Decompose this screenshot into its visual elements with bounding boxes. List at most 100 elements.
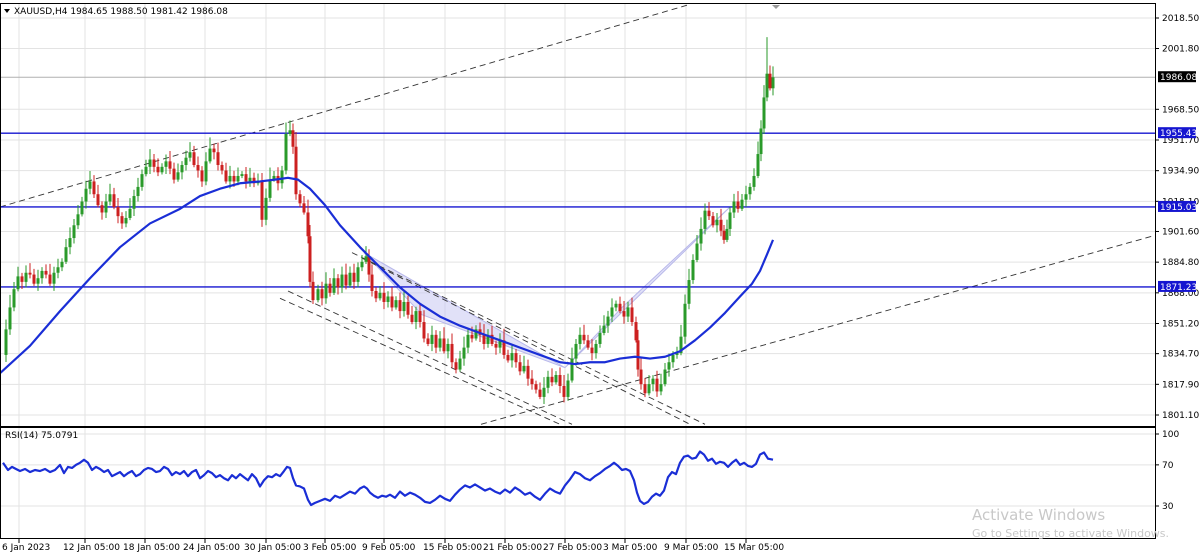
candle-body xyxy=(462,347,466,359)
candle-body xyxy=(736,201,740,209)
candle-body xyxy=(671,354,675,363)
candle-body xyxy=(136,186,140,197)
candle-body xyxy=(546,376,550,388)
candle-body xyxy=(288,130,292,134)
candle-body xyxy=(518,362,522,372)
candle-body xyxy=(610,307,614,317)
candle-body xyxy=(748,186,752,195)
candle-body xyxy=(590,347,594,354)
price-tick-label: 2001.80 xyxy=(1162,44,1199,54)
candle-body xyxy=(306,212,310,237)
candle-body xyxy=(636,340,640,370)
candle-body xyxy=(458,358,462,370)
candle-body xyxy=(308,236,312,282)
time-tick-label: 12 Jan 05:00 xyxy=(63,543,120,553)
candle-body xyxy=(614,303,618,308)
candle-body xyxy=(732,201,736,213)
candle-body xyxy=(422,322,426,339)
level-price-tag-label: 1955.43 xyxy=(1160,129,1197,139)
candle-body xyxy=(659,384,663,392)
candle-body xyxy=(140,174,144,187)
candle-body xyxy=(216,152,220,166)
candle-body xyxy=(20,276,24,282)
level-price-tag-label: 1915.03 xyxy=(1160,203,1197,213)
candle-body xyxy=(124,217,128,224)
candle-body xyxy=(725,228,729,240)
candle-body xyxy=(554,375,558,383)
candle-body xyxy=(550,376,554,383)
candle-body xyxy=(382,292,386,302)
candle-body xyxy=(699,228,703,244)
candle-body xyxy=(96,194,100,206)
time-tick-label: 3 Feb 05:00 xyxy=(303,543,357,553)
candle-body xyxy=(168,161,172,169)
candle-body xyxy=(148,159,152,167)
candle-body xyxy=(200,170,204,182)
candle-body xyxy=(434,334,438,348)
candle-body xyxy=(32,274,36,284)
price-tick-label: 1801.10 xyxy=(1162,411,1199,421)
candle-body xyxy=(643,384,647,394)
candle-body xyxy=(260,181,264,220)
candle-body xyxy=(208,148,212,162)
candle-body xyxy=(406,301,410,315)
time-tick-label: 21 Feb 05:00 xyxy=(483,543,542,553)
candle-body xyxy=(352,272,356,282)
candle-body xyxy=(522,365,526,372)
candle-body xyxy=(765,73,769,98)
candle-body xyxy=(390,296,394,308)
candle-body xyxy=(12,289,16,308)
candle-body xyxy=(340,274,344,288)
candle-body xyxy=(172,168,176,180)
candle-body xyxy=(56,267,60,273)
candle-body xyxy=(80,201,84,215)
candle-body xyxy=(446,343,450,352)
candle-body xyxy=(224,170,228,182)
candle-body xyxy=(558,375,562,386)
candle-body xyxy=(566,380,570,397)
candle-body xyxy=(542,387,546,397)
candle-body xyxy=(244,174,248,182)
candle-body xyxy=(414,311,418,323)
candle-body xyxy=(328,283,332,293)
candle-body xyxy=(442,338,446,352)
candle-body xyxy=(771,77,775,89)
candle-body xyxy=(36,278,40,284)
candle-body xyxy=(370,274,374,292)
candle-body xyxy=(176,172,180,180)
candle-body xyxy=(598,333,602,344)
candle-body xyxy=(128,208,132,218)
candle-body xyxy=(324,283,328,299)
time-tick-label: 30 Jan 05:00 xyxy=(244,543,301,553)
candle-body xyxy=(360,261,364,268)
candle-body xyxy=(606,316,610,326)
watermark-title: Activate Windows xyxy=(972,506,1105,524)
candle-body xyxy=(311,281,315,301)
candle-body xyxy=(707,210,711,217)
candle-body xyxy=(160,166,164,173)
candle-body xyxy=(240,174,244,176)
candle-body xyxy=(40,270,44,279)
candle-body xyxy=(164,161,168,167)
candle-body xyxy=(104,201,108,213)
time-tick-label: 27 Feb 05:00 xyxy=(543,543,602,553)
candle-body xyxy=(582,334,586,341)
candle-body xyxy=(538,389,542,397)
candle-body xyxy=(108,194,112,202)
candle-body xyxy=(248,177,252,182)
price-tick-label: 1968.50 xyxy=(1162,105,1199,115)
candle-body xyxy=(76,214,80,226)
candle-body xyxy=(450,343,454,363)
candle-body xyxy=(494,343,498,348)
candle-body xyxy=(156,166,160,173)
candle-body xyxy=(378,292,382,299)
candle-body xyxy=(284,133,288,171)
level-price-tag-label: 1871.23 xyxy=(1160,283,1197,293)
candle-body xyxy=(4,329,8,355)
candle-body xyxy=(687,280,691,304)
candle-body xyxy=(112,194,116,208)
candle-body xyxy=(184,157,188,166)
candle-body xyxy=(594,343,598,354)
time-tick-label: 9 Mar 05:00 xyxy=(664,543,719,553)
candle-body xyxy=(426,338,430,344)
